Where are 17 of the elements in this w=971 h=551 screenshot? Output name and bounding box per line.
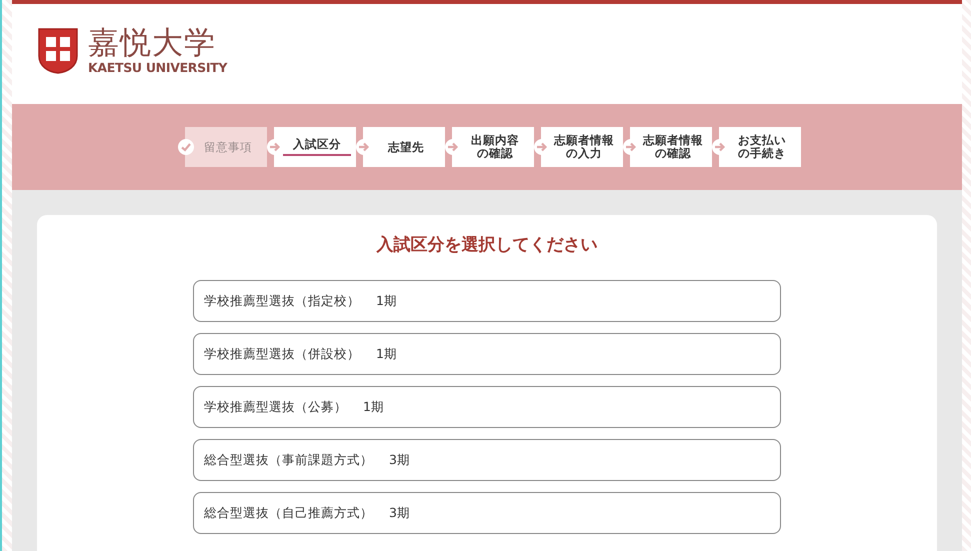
option-button[interactable]: 学校推薦型選抜（公募） 1期 — [193, 386, 781, 428]
step-label: 出願内容 の確認 — [452, 127, 534, 167]
option-button[interactable]: 学校推薦型選抜（指定校） 1期 — [193, 280, 781, 322]
logo-title: 嘉悦大学 — [88, 28, 217, 59]
check-icon — [178, 139, 194, 155]
option-button[interactable]: 総合型選抜（事前課題方式） 3期 — [193, 439, 781, 481]
logo-subtitle: KAETSU UNIVERSITY — [88, 62, 228, 74]
option-button[interactable]: 総合型選抜（自己推薦方式） 3期 — [193, 492, 781, 534]
step-label: お支払い の手続き — [719, 127, 801, 167]
page-heading: 入試区分を選択してください — [376, 234, 598, 256]
step-label: 志望先 — [363, 127, 445, 167]
step-label: 志願者情報 の入力 — [541, 127, 623, 167]
step-label: 入試区分 — [274, 127, 356, 167]
step-label: 留意事項 — [185, 127, 267, 167]
step-label: 志願者情報 の確認 — [630, 127, 712, 167]
shield-logo-icon — [38, 28, 78, 74]
option-button[interactable]: 学校推薦型選抜（併設校） 1期 — [193, 333, 781, 375]
